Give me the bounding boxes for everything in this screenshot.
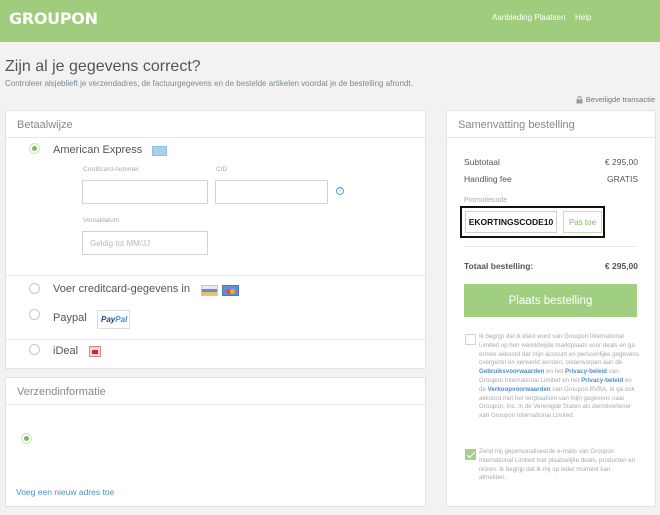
add-address-link[interactable]: Voeg een nieuw adres toe: [16, 487, 114, 497]
paypal-logo-text-1: Pay: [101, 315, 116, 324]
divider: [6, 275, 425, 276]
secure-label: Beveiligde transactie: [585, 95, 655, 104]
paypal-logo: PayPal: [97, 310, 130, 329]
nav-help[interactable]: Help: [575, 13, 591, 22]
shipping-heading: Verzendinformatie: [6, 378, 425, 405]
emails-checkbox[interactable]: [465, 449, 476, 460]
terms-text-1: Ik begrijp dat ik klant word van Groupon…: [479, 333, 639, 367]
top-bar: GROUPON Aanbieding Plaatsen Help: [0, 0, 660, 42]
page-title: Zijn al je gegevens correct?: [5, 58, 201, 75]
method-label-amex: American Express: [53, 144, 143, 156]
method-label-paypal: Paypal: [53, 312, 87, 324]
total-label: Totaal bestelling:: [464, 261, 534, 271]
subtotal-label: Subtotaal: [464, 157, 500, 167]
apply-promo-button[interactable]: Pas toe: [563, 211, 602, 233]
radio-american-express[interactable]: [29, 143, 40, 154]
nav-aanbieding-plaatsen[interactable]: Aanbieding Plaatsen: [492, 13, 565, 22]
ideal-logo: [89, 346, 101, 357]
cid-input[interactable]: [215, 180, 328, 204]
gebruiksvoorwaarden-link[interactable]: Gebruiksvoorwaarden: [479, 368, 544, 375]
summary-heading: Samenvatting bestelling: [447, 111, 655, 138]
promo-label: Promotiecode: [464, 197, 508, 204]
help-icon[interactable]: ?: [336, 187, 344, 195]
cid-label: CID: [216, 166, 228, 173]
method-label-creditcard: Voer creditcard-gegevens in: [53, 283, 190, 295]
terms-text: Ik begrijp dat ik klant word van Groupon…: [479, 333, 639, 421]
radio-ideal[interactable]: [29, 344, 40, 355]
card-number-input[interactable]: [82, 180, 208, 204]
divider: [464, 246, 637, 247]
privacy-link-bvba[interactable]: Privacy-beleid: [581, 377, 623, 384]
radio-paypal[interactable]: [29, 309, 40, 320]
lock-icon: [576, 95, 583, 103]
place-order-button[interactable]: Plaats bestelling: [464, 284, 637, 317]
total-value: € 295,00: [604, 261, 638, 271]
terms-checkbox[interactable]: [465, 334, 476, 345]
page-subtitle: Controleer alsjeblieft je verzendadres, …: [5, 79, 413, 88]
paypal-logo-text-2: Pal: [115, 315, 128, 324]
expiry-input[interactable]: [82, 231, 208, 255]
visa-card-icon: [201, 285, 218, 296]
card-number-label: Creditcard-nummer: [83, 166, 139, 173]
radio-creditcard[interactable]: [29, 283, 40, 294]
payment-heading: Betaalwijze: [6, 111, 425, 138]
verkoopvoorwaarden-link[interactable]: Verkoopvoorwaarden: [488, 386, 551, 393]
radio-shipping-address[interactable]: [21, 433, 32, 444]
privacy-link-gil[interactable]: Privacy-beleid: [565, 368, 607, 375]
handling-label: Handling fee: [464, 174, 512, 184]
promo-code-input[interactable]: [465, 211, 557, 233]
secure-transaction: Beveiligde transactie: [576, 95, 655, 104]
mastercard-icon: [222, 285, 239, 296]
handling-value: GRATIS: [606, 174, 638, 184]
method-label-ideal: iDeal: [53, 345, 79, 357]
expiry-label: Vervaldatum: [83, 217, 120, 224]
divider: [6, 339, 425, 340]
emails-text: Zend mij gepersonaliseerde e-mails van G…: [479, 448, 636, 482]
groupon-logo[interactable]: GROUPON: [9, 9, 98, 28]
amex-card-icon: [152, 146, 167, 156]
terms-text-2: en het: [544, 368, 565, 376]
subtotal-value: € 295,00: [604, 157, 638, 167]
